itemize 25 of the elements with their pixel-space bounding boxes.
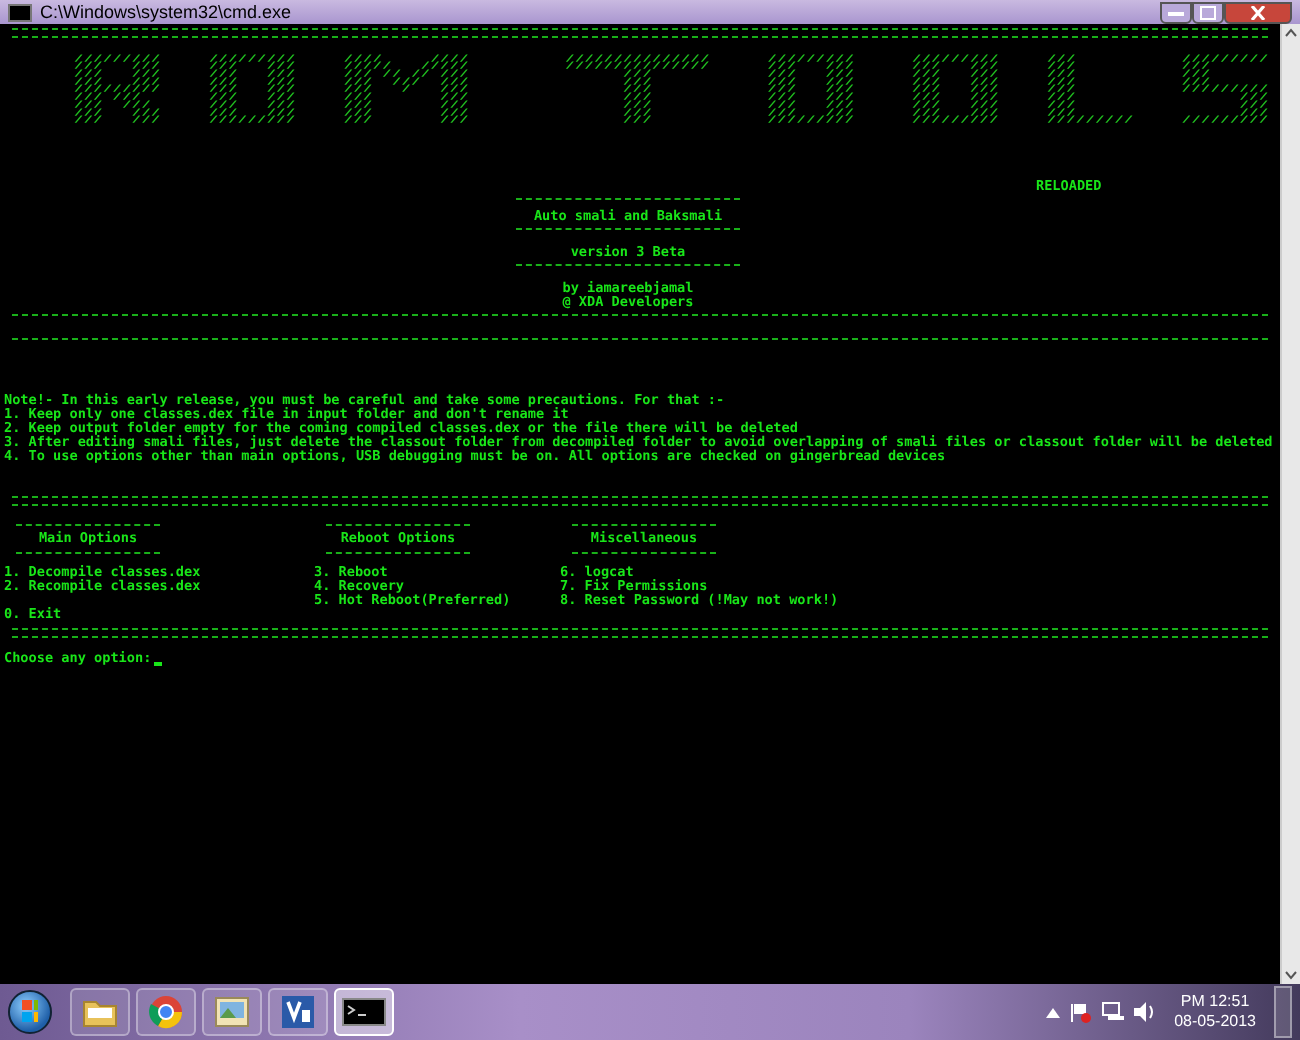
maximize-icon (1200, 5, 1216, 19)
minimize-icon (1168, 8, 1184, 16)
taskbar-app-button[interactable] (334, 988, 394, 1036)
clock-time[interactable]: PM 12:51 (1180, 992, 1250, 1012)
show-hidden-icons-arrow-icon[interactable] (1046, 1007, 1061, 1017)
speaker-icon[interactable] (1134, 1002, 1157, 1022)
show-desktop-button[interactable] (1274, 986, 1292, 1038)
windows-logo-icon (22, 1000, 38, 1024)
start-button[interactable] (8, 990, 52, 1034)
clock-date[interactable]: 08-05-2013 (1174, 1012, 1256, 1032)
flag-icon[interactable] (1070, 1001, 1093, 1023)
window-title: C:\Windows\system32\cmd.exe (40, 2, 294, 22)
close-icon (1250, 5, 1266, 19)
picture-icon (214, 996, 250, 1028)
close-button[interactable] (1224, 1, 1292, 23)
maximize-button[interactable] (1192, 1, 1224, 23)
taskbar-app-button[interactable] (268, 988, 328, 1036)
scrollbar[interactable] (1280, 24, 1300, 984)
text-cursor (153, 662, 162, 666)
browser-icon (148, 994, 184, 1030)
console-icon (342, 998, 386, 1026)
studio-icon (280, 994, 316, 1030)
network-icon[interactable] (1102, 1002, 1125, 1022)
folder-icon (82, 996, 118, 1028)
minimize-button[interactable] (1160, 1, 1192, 23)
